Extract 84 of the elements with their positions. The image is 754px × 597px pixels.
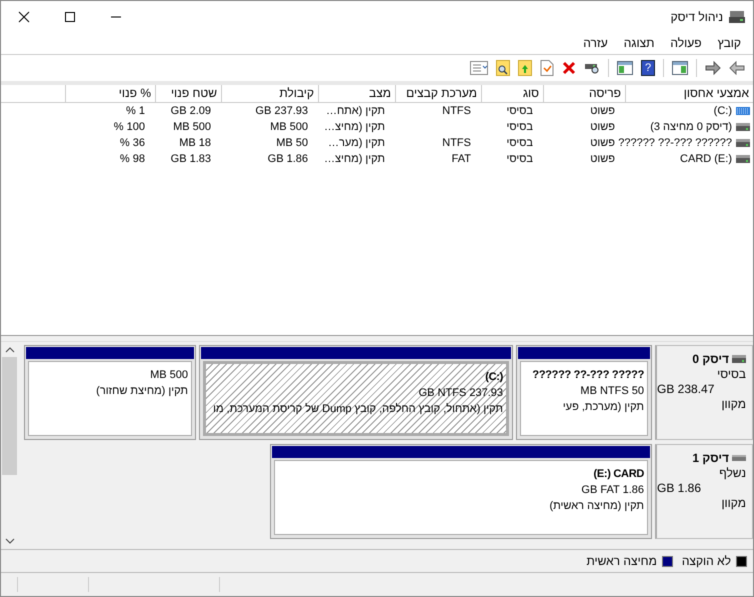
menu-item[interactable]: פעולה	[662, 36, 710, 50]
document-check-icon[interactable]	[538, 58, 556, 78]
table-cell: בסיסי	[506, 105, 533, 117]
menu-item[interactable]: קובץ	[710, 36, 749, 50]
delete-icon[interactable]	[560, 59, 578, 77]
drive-icon	[736, 139, 750, 147]
disk-status: מקוון	[720, 496, 746, 510]
partition-status: תקין (אתחול, קובץ החלפה, קובץ Dump של קריסת המערכת, מו	[212, 402, 503, 417]
table-cell: פשוט	[590, 121, 615, 133]
table-cell[interactable]: ?????? ??-??? ??????	[618, 137, 732, 149]
table-cell: GB 1.86	[268, 153, 308, 165]
table-cell: MB 50	[276, 137, 308, 149]
volume-icon	[736, 107, 750, 115]
disk-size: GB 238.47	[657, 382, 716, 396]
partition-status: תקין (מחיצה ראשית)	[548, 499, 644, 514]
table-cell[interactable]: CARD (E:)	[680, 153, 732, 165]
column-header[interactable]: שטח פנוי	[155, 85, 221, 103]
disk-status: מקוון	[720, 397, 746, 411]
scroll-down-icon[interactable]	[4, 537, 14, 545]
column-header[interactable]: אמצעי אחסון	[625, 85, 753, 103]
table-cell: בסיסי	[506, 121, 533, 133]
table-cell: % 98	[120, 153, 145, 165]
partition-size: GB FAT 1.86	[580, 483, 644, 498]
menu-item[interactable]: תצוגה	[616, 36, 662, 50]
column-header[interactable]: מערכת קבצים	[395, 85, 481, 103]
table-cell: GB 237.93	[255, 105, 308, 117]
legend-label: מחיצה ראשית	[586, 554, 657, 568]
table-cell[interactable]: (C:)	[714, 105, 732, 117]
disk-name: דיסק 0	[692, 352, 729, 366]
column-header[interactable]: מצב	[318, 85, 395, 103]
table-cell: % 100	[114, 121, 145, 133]
disk-icon	[729, 10, 745, 24]
disk-type: נשלף	[718, 466, 746, 480]
table-cell: FAT	[452, 153, 471, 165]
table-cell: % 36	[120, 137, 145, 149]
table-cell: תקין (מער…	[328, 137, 385, 149]
window-title: ניהול דיסק	[670, 10, 723, 24]
table-cell: בסיסי	[506, 153, 533, 165]
partition-name: (C:)	[484, 370, 503, 385]
back-button[interactable]	[727, 59, 747, 77]
column-header[interactable]: % פנוי	[65, 85, 155, 103]
drive-icon	[736, 123, 750, 131]
column-header[interactable]: סוג	[481, 85, 543, 103]
table-cell: MB 500	[270, 121, 308, 133]
scroll-up-icon[interactable]	[4, 346, 14, 354]
maximize-icon	[64, 10, 76, 22]
table-cell: NTFS	[442, 105, 471, 117]
folder-search-icon[interactable]	[494, 58, 512, 78]
drive-icon	[732, 355, 746, 363]
column-header[interactable]: פריסה	[543, 85, 625, 103]
table-cell: GB 2.09	[170, 105, 211, 117]
help-button[interactable]: ?	[641, 60, 655, 76]
disk-size: GB 1.86	[657, 481, 702, 495]
column-header[interactable]: קיבולת	[221, 85, 318, 103]
partition-size: GB NTFS 237.93	[418, 386, 503, 401]
table-cell: NTFS	[442, 137, 471, 149]
table-cell: בסיסי	[506, 137, 533, 149]
table-cell: תקין (אתח…	[326, 105, 385, 117]
disk-name: דיסק 1	[692, 451, 729, 465]
close-icon	[18, 10, 30, 22]
menu-item[interactable]: עזרה	[575, 36, 616, 50]
table-cell: תקין (מחיצ…	[324, 121, 385, 133]
partition-name: (E:) CARD	[592, 467, 644, 482]
disk-type: בסיסי	[716, 367, 746, 381]
legend-label: לא הוקצה	[682, 554, 731, 568]
table-cell: MB 500	[173, 121, 211, 133]
table-cell: MB 18	[179, 137, 211, 149]
partition-name: ?????? ??-??? ?????	[531, 368, 644, 383]
table-cell: פשוט	[590, 137, 615, 149]
drive-icon	[732, 455, 746, 461]
table-cell: פשוט	[590, 105, 615, 117]
table-cell: GB 1.83	[170, 153, 211, 165]
table-cell[interactable]: (דיסק 0 מחיצה 3)	[650, 121, 732, 133]
drive-icon	[736, 155, 750, 163]
partition-status: תקין (מערכת, פעי	[562, 400, 644, 415]
partition-status: תקין (מחיצת שחזור)	[95, 384, 188, 399]
partition-size: MB NTFS 50	[579, 384, 644, 399]
panel-icon[interactable]	[670, 59, 690, 77]
panel-icon[interactable]	[615, 59, 635, 77]
table-cell: % 1	[126, 105, 145, 117]
table-cell: תקין (מחיצ…	[324, 153, 385, 165]
partition-size: MB 500	[149, 368, 188, 383]
forward-button[interactable]	[703, 59, 723, 77]
table-cell: פשוט	[590, 153, 615, 165]
